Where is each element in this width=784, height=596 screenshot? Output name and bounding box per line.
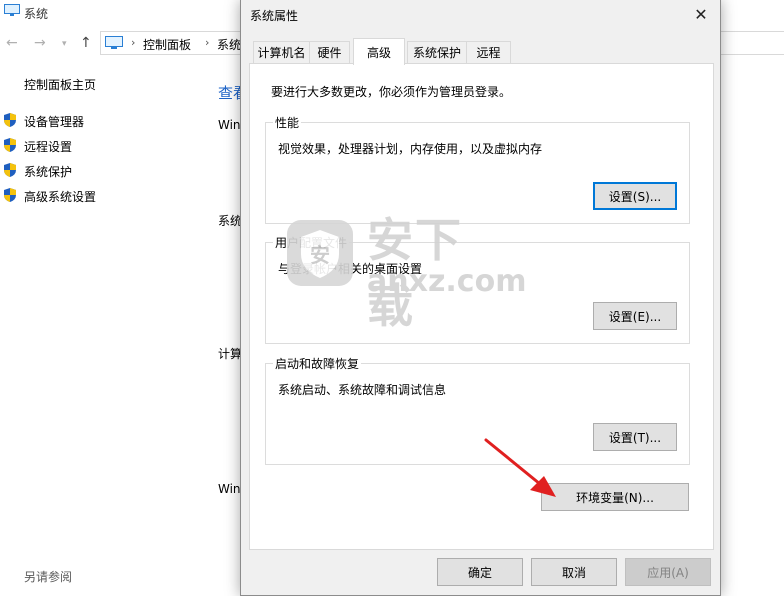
breadcrumb-control-panel[interactable]: 控制面板 <box>143 36 191 53</box>
user-profiles-description: 与登录帐户相关的桌面设置 <box>278 262 423 276</box>
breadcrumb-separator: › <box>205 36 210 49</box>
startup-recovery-label: 启动和故障恢复 <box>273 355 362 372</box>
sidebar-control-panel-home[interactable]: 控制面板主页 <box>24 76 96 93</box>
system-icon <box>4 4 20 16</box>
computer-icon <box>105 36 123 49</box>
tab-system-protection[interactable]: 系统保护 <box>407 41 467 63</box>
tab-hardware[interactable]: 硬件 <box>309 41 350 63</box>
section-heading-partial: 系统 <box>218 214 243 228</box>
shield-icon <box>4 138 16 152</box>
sidebar-item-remote-settings[interactable]: 远程设置 <box>24 138 72 155</box>
tab-remote[interactable]: 远程 <box>466 41 511 63</box>
shield-icon <box>4 188 16 202</box>
section-heading-partial: Win <box>218 118 241 132</box>
performance-group: 性能 视觉效果，处理器计划，内存使用，以及虚拟内存 设置(S)... <box>265 114 690 224</box>
tab-advanced[interactable]: 高级 <box>353 38 405 65</box>
sidebar-item-device-manager[interactable]: 设备管理器 <box>24 113 84 130</box>
sidebar-item-system-protection[interactable]: 系统保护 <box>24 163 72 180</box>
breadcrumb-separator: › <box>131 36 136 49</box>
breadcrumb-system[interactable]: 系统 <box>217 36 241 53</box>
user-profiles-label: 用户配置文件 <box>273 234 350 251</box>
recent-dropdown-icon[interactable]: ▾ <box>62 39 67 49</box>
performance-settings-button[interactable]: 设置(S)... <box>593 182 677 210</box>
close-button[interactable]: ✕ <box>683 0 719 28</box>
cancel-button[interactable]: 取消 <box>531 558 617 586</box>
admin-notice: 要进行大多数更改，你必须作为管理员登录。 <box>271 85 512 99</box>
shield-icon <box>4 163 16 177</box>
section-heading-partial: Win <box>218 482 241 496</box>
environment-variables-button[interactable]: 环境变量(N)... <box>541 483 689 511</box>
close-icon: ✕ <box>694 4 708 24</box>
apply-button[interactable]: 应用(A) <box>625 558 711 586</box>
tab-computer-name[interactable]: 计算机名 <box>253 41 310 63</box>
advanced-tab-panel: 要进行大多数更改，你必须作为管理员登录。 性能 视觉效果，处理器计划，内存使用，… <box>249 63 714 550</box>
section-heading-partial: 计算 <box>218 347 243 361</box>
system-properties-dialog: 系统属性 ✕ 计算机名 硬件 高级 系统保护 远程 要进行大多数更改，你必须作为… <box>240 0 721 596</box>
startup-recovery-settings-button[interactable]: 设置(T)... <box>593 423 677 451</box>
dialog-title: 系统属性 <box>250 9 299 23</box>
forward-arrow-icon[interactable]: → <box>34 35 46 51</box>
performance-label: 性能 <box>273 114 302 131</box>
up-arrow-icon[interactable]: ↑ <box>80 35 92 51</box>
user-profiles-settings-button[interactable]: 设置(E)... <box>593 302 677 330</box>
system-window-title: 系统 <box>24 7 49 21</box>
startup-recovery-group: 启动和故障恢复 系统启动、系统故障和调试信息 设置(T)... <box>265 355 690 465</box>
user-profiles-group: 用户配置文件 与登录帐户相关的桌面设置 设置(E)... <box>265 234 690 344</box>
ok-button[interactable]: 确定 <box>437 558 523 586</box>
see-also-label: 另请参阅 <box>24 570 73 584</box>
performance-description: 视觉效果，处理器计划，内存使用，以及虚拟内存 <box>278 142 543 156</box>
shield-icon <box>4 113 16 127</box>
sidebar-item-advanced-settings[interactable]: 高级系统设置 <box>24 188 96 205</box>
startup-recovery-description: 系统启动、系统故障和调试信息 <box>278 383 447 397</box>
back-arrow-icon[interactable]: ← <box>6 35 18 51</box>
